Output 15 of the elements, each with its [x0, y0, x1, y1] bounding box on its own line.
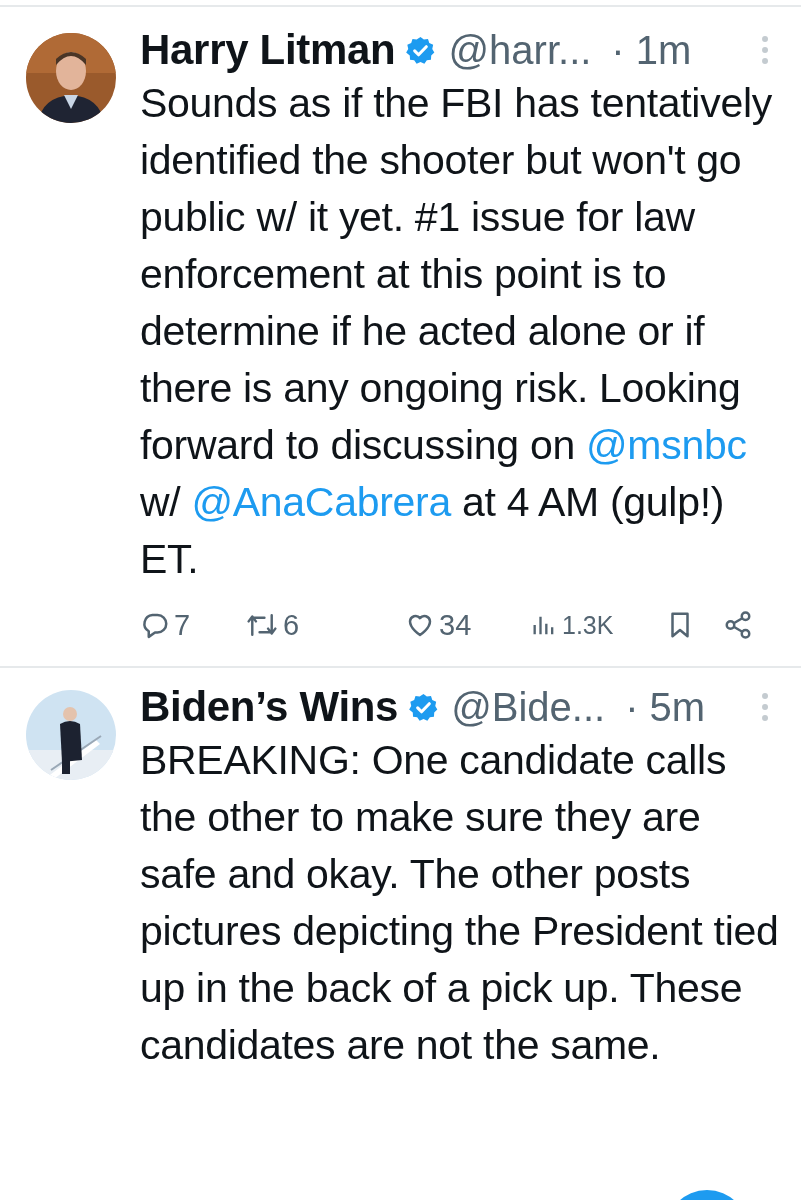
reply-button[interactable]: 7: [140, 608, 245, 642]
tweet-text: BREAKING: One candidate calls the other to make sure they are safe and okay. The other posts pictures depicting the President tied up in the back of a pick up. These candidates are not the same.: [140, 736, 780, 1070]
author-handle[interactable]: @Bide...: [451, 684, 606, 730]
author-name[interactable]: Biden’s Wins: [140, 683, 399, 731]
post-time: · 1m: [611, 27, 692, 73]
like-button[interactable]: 34: [405, 608, 530, 642]
more-icon[interactable]: [761, 35, 769, 65]
share-icon[interactable]: [723, 610, 753, 640]
author-name[interactable]: Harry Litman: [140, 26, 396, 74]
tweet-text: Sounds as if the FBI has tentatively identified the shooter but won't go public w/ it yet. #1 issue for law enforcement at this point is to determine if he acted alone or if there is any ongoing risk. Looking forward to discussing on @msnbc w/ @AnaCabrera at 4 AM (gulp!) ET.: [140, 79, 773, 584]
more-icon[interactable]: [761, 692, 769, 722]
repost-button[interactable]: 6: [245, 608, 405, 642]
views-button[interactable]: 1.3K: [530, 610, 665, 640]
author-handle[interactable]: @harr...: [448, 27, 592, 73]
post-time: · 5m: [625, 684, 706, 730]
